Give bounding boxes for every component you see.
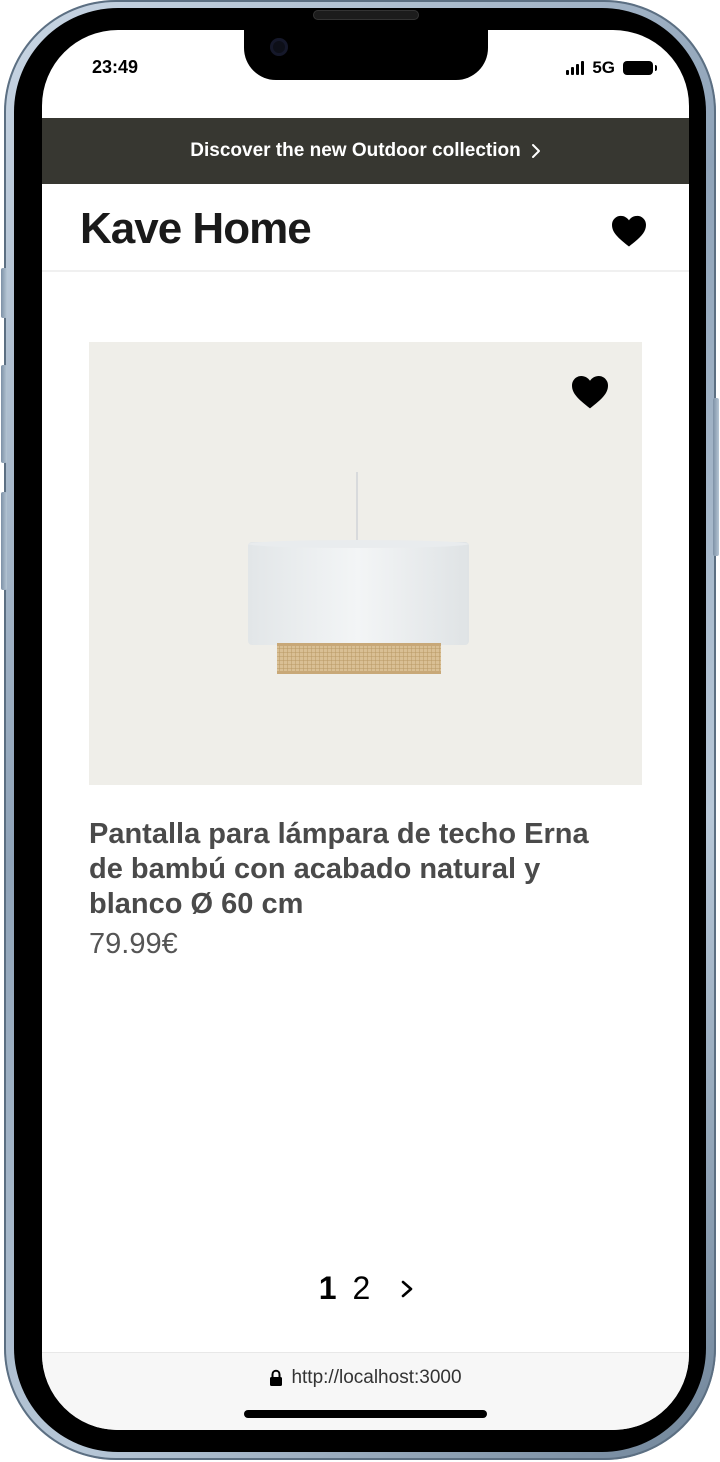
product-price: 79.99€	[89, 928, 178, 960]
heart-icon[interactable]	[570, 374, 610, 410]
home-indicator	[244, 1410, 487, 1418]
pagination: 1 2	[42, 1270, 689, 1307]
product-card: Pantalla para lámpara de techo Erna de b…	[89, 342, 642, 961]
volume-up-button	[1, 365, 7, 463]
heart-icon[interactable]	[610, 214, 648, 248]
page-2-link[interactable]: 2	[351, 1270, 373, 1307]
promo-banner-text: Discover the new Outdoor collection	[190, 140, 521, 161]
brand-logo[interactable]: Kave Home	[80, 204, 312, 254]
status-indicators: 5G	[566, 58, 657, 78]
network-label: 5G	[592, 58, 615, 77]
phone-screen: 23:49 5G Discover the new Outdoor collec…	[42, 30, 689, 1430]
lamp-illustration	[248, 472, 469, 674]
phone-device: 23:49 5G Discover the new Outdoor collec…	[1, 0, 719, 1460]
volume-down-button	[1, 492, 7, 590]
site-header: Kave Home	[42, 184, 689, 272]
product-image[interactable]	[89, 342, 642, 785]
chevron-right-icon	[531, 144, 540, 158]
url-text: http://localhost:3000	[291, 1367, 462, 1388]
notch	[244, 30, 488, 80]
promo-banner[interactable]: Discover the new Outdoor collection	[42, 118, 689, 184]
url-field[interactable]: http://localhost:3000	[42, 1367, 689, 1389]
earpiece-speaker	[313, 10, 419, 20]
silent-switch	[1, 268, 7, 318]
front-camera	[270, 38, 288, 56]
chevron-right-icon[interactable]	[400, 1279, 414, 1299]
lock-icon	[270, 1369, 283, 1386]
browser-address-bar: http://localhost:3000	[42, 1352, 689, 1430]
product-title[interactable]: Pantalla para lámpara de techo Erna de b…	[89, 817, 609, 922]
page-1-link[interactable]: 1	[317, 1270, 339, 1307]
battery-icon	[623, 61, 657, 75]
signal-icon	[566, 61, 585, 75]
status-time: 23:49	[92, 57, 139, 77]
power-button	[713, 398, 719, 556]
